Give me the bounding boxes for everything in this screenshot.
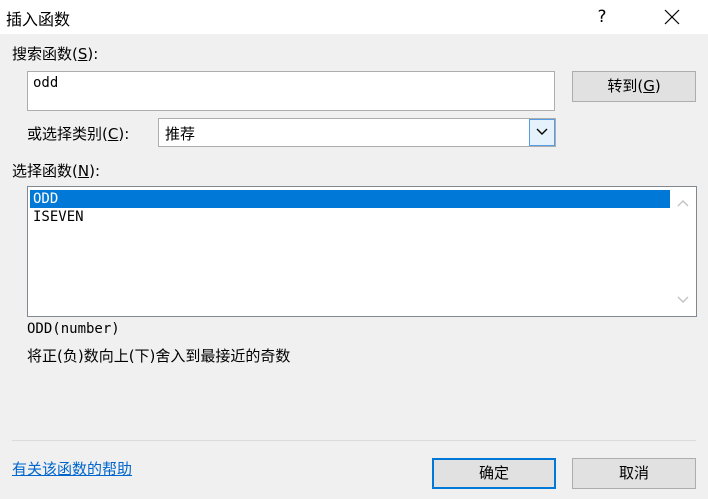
function-signature: ODD(number) [27, 321, 120, 337]
category-label: 或选择类别(C): [27, 125, 130, 143]
search-input[interactable]: odd [27, 71, 555, 111]
functions-label: 选择函数(N): [12, 162, 100, 180]
close-button[interactable] [650, 2, 694, 32]
cancel-button[interactable]: 取消 [572, 458, 696, 489]
function-help-link[interactable]: 有关该函数的帮助 [12, 458, 132, 479]
list-item-odd[interactable]: ODD [30, 190, 670, 208]
scroll-down-icon[interactable] [677, 296, 689, 304]
category-selected-value: 推荐 [165, 125, 196, 143]
help-button[interactable]: ? [588, 4, 616, 30]
window-title: 插入函数 [6, 10, 71, 29]
function-description: 将正(负)数向上(下)舍入到最接近的奇数 [27, 347, 291, 365]
search-input-value: odd [33, 75, 59, 91]
category-select[interactable]: 推荐 [158, 118, 556, 147]
goto-button[interactable]: 转到(G) [572, 71, 696, 102]
search-label: 搜索函数(S): [12, 45, 99, 63]
close-icon [664, 9, 680, 25]
ok-button[interactable]: 确定 [432, 458, 556, 489]
list-item-iseven[interactable]: ISEVEN [30, 208, 670, 226]
title-bar: 插入函数 ? [0, 0, 708, 34]
function-list[interactable]: ODD ISEVEN [27, 186, 697, 317]
chevron-down-icon [536, 128, 548, 135]
list-scrollbar[interactable] [670, 187, 696, 316]
footer-divider [12, 440, 696, 441]
category-dropdown-button[interactable] [529, 119, 555, 146]
scroll-up-icon[interactable] [677, 199, 689, 207]
question-mark-icon: ? [597, 7, 607, 27]
